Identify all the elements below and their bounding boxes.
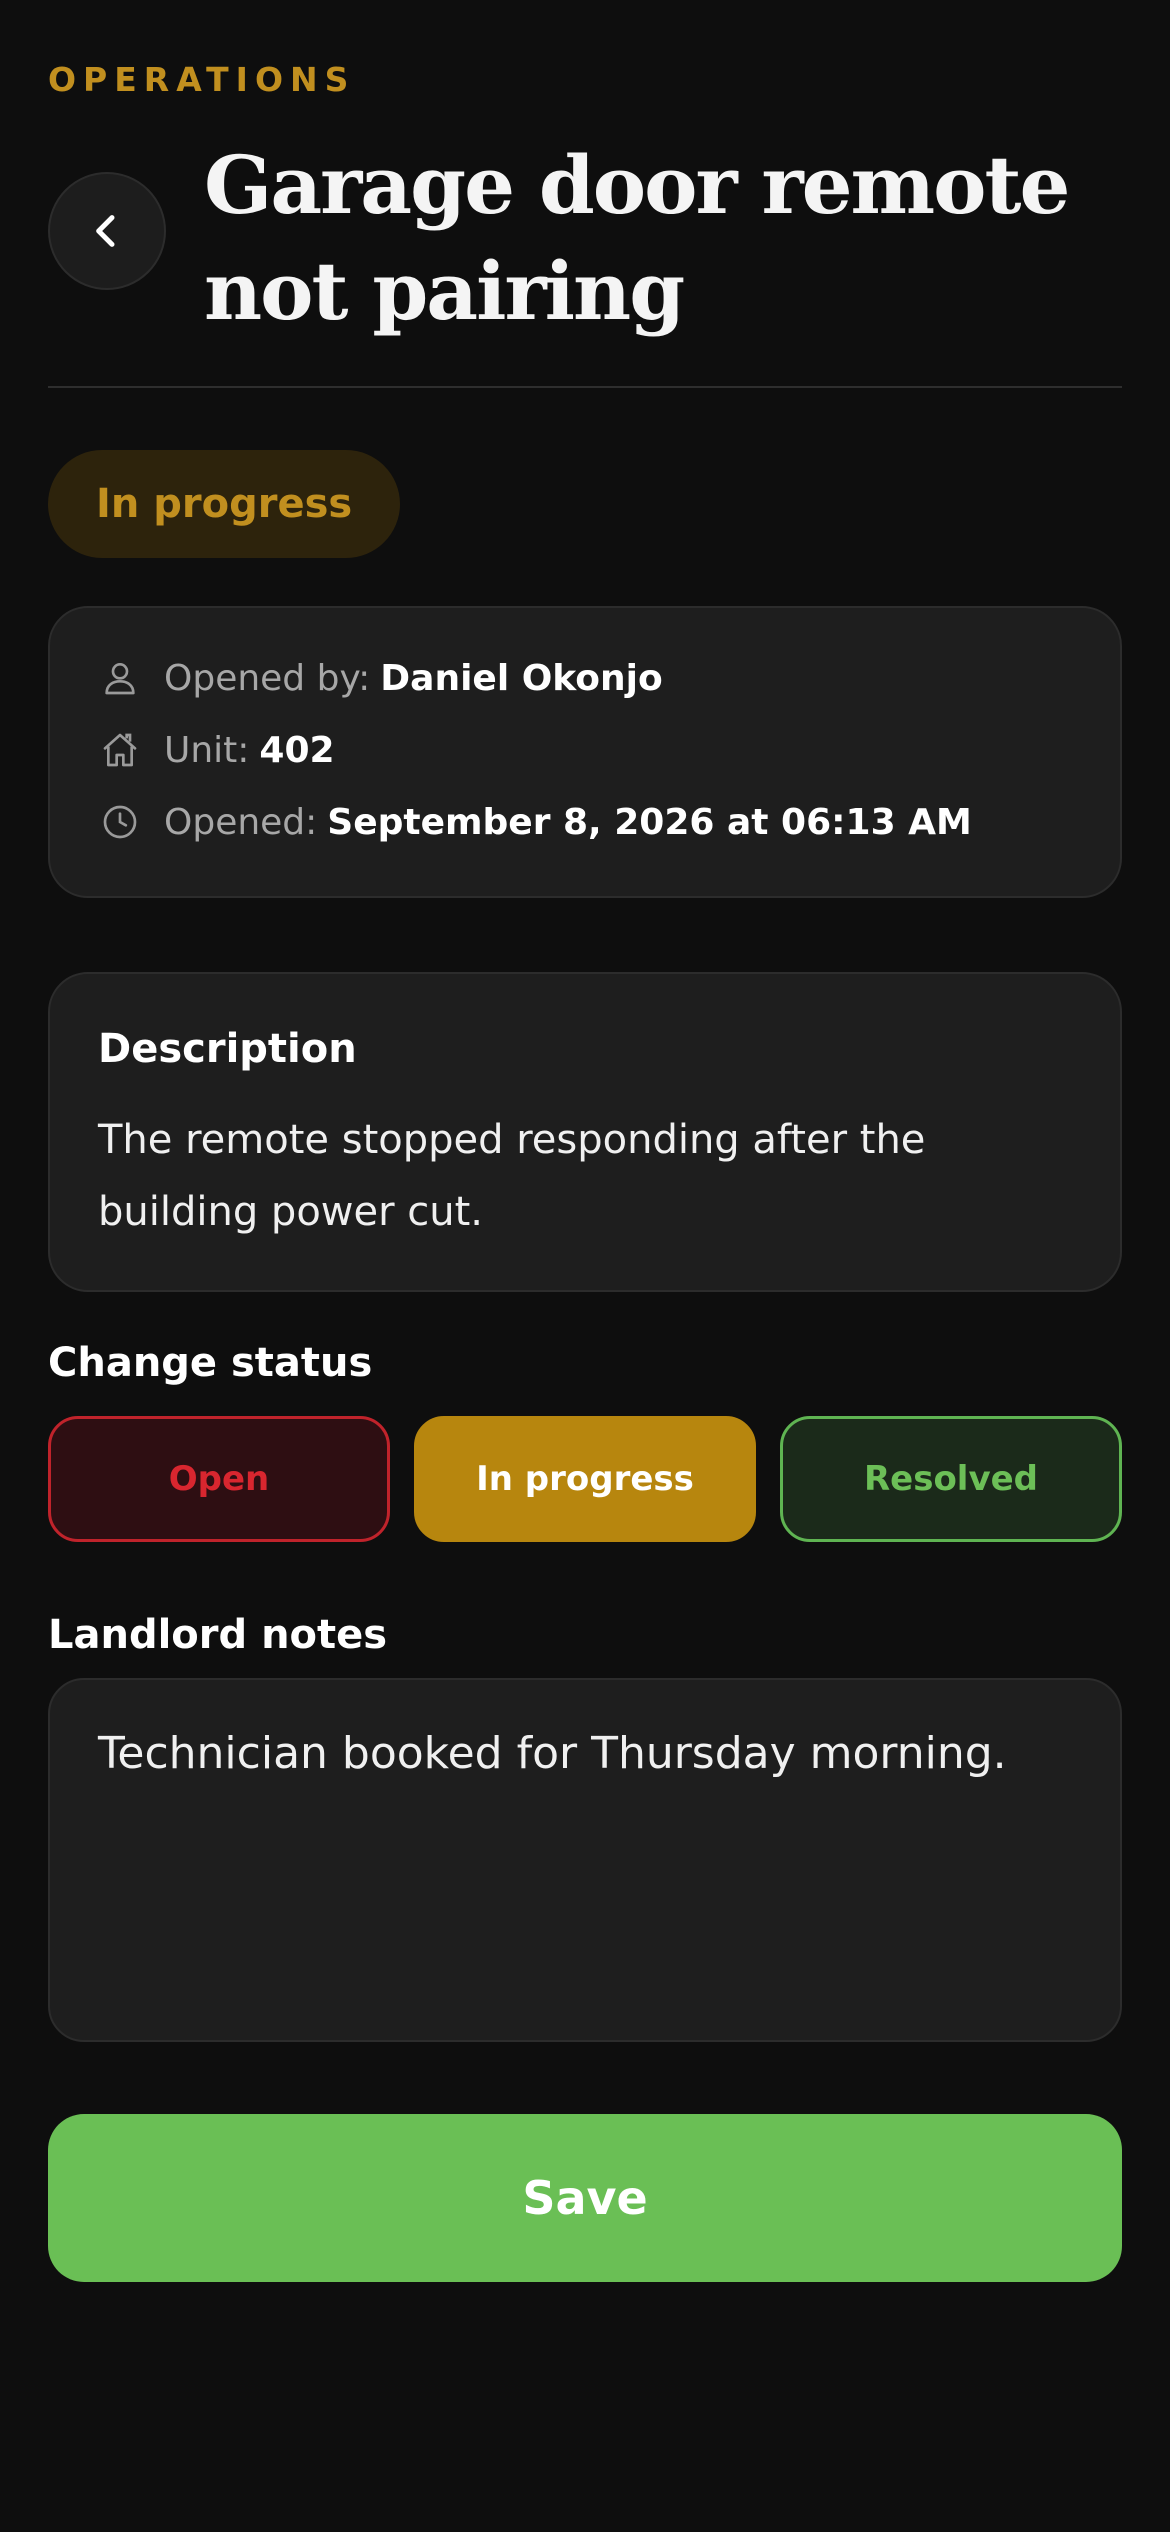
landlord-notes-label: Landlord notes (48, 1612, 388, 1658)
description-heading: Description (98, 1026, 357, 1072)
meta-unit: Unit: 402 (98, 728, 335, 772)
page-title: Garage door remote not pairing (204, 138, 1070, 338)
meta-value: September 8, 2026 at 06:13 AM (327, 801, 972, 843)
description-text: The remote stopped responding after the … (98, 1117, 926, 1235)
meta-opened-by: Opened by: Daniel Okonjo (98, 656, 663, 700)
status-option-open[interactable]: Open (48, 1416, 390, 1542)
meta-label: Opened by: (164, 657, 371, 699)
status-option-in-progress[interactable]: In progress (414, 1416, 756, 1542)
header-divider (48, 386, 1122, 388)
description-card: Description The remote stopped respondin… (48, 972, 1122, 1292)
meta-value: Daniel Okonjo (380, 657, 663, 699)
status-option-resolved[interactable]: Resolved (780, 1416, 1122, 1542)
landlord-notes-input[interactable]: Technician booked for Thursday morning. (48, 1678, 1122, 2042)
user-icon (98, 656, 142, 700)
meta-label: Opened: (164, 801, 318, 843)
chevron-left-icon (96, 215, 115, 247)
home-icon (98, 728, 142, 772)
status-badge: In progress (48, 450, 401, 558)
ticket-meta-card: Opened by: Daniel Okonjo Unit: 402 Opene… (48, 606, 1122, 898)
clock-icon (98, 800, 142, 844)
back-button[interactable] (48, 172, 166, 290)
meta-label: Unit: (164, 729, 250, 771)
save-button[interactable]: Save (48, 2114, 1122, 2282)
meta-opened-date: Opened: September 8, 2026 at 06:13 AM (98, 800, 972, 844)
change-status-label: Change status (48, 1340, 373, 1386)
section-eyebrow: OPERATIONS (48, 60, 356, 99)
meta-value: 402 (259, 729, 335, 771)
